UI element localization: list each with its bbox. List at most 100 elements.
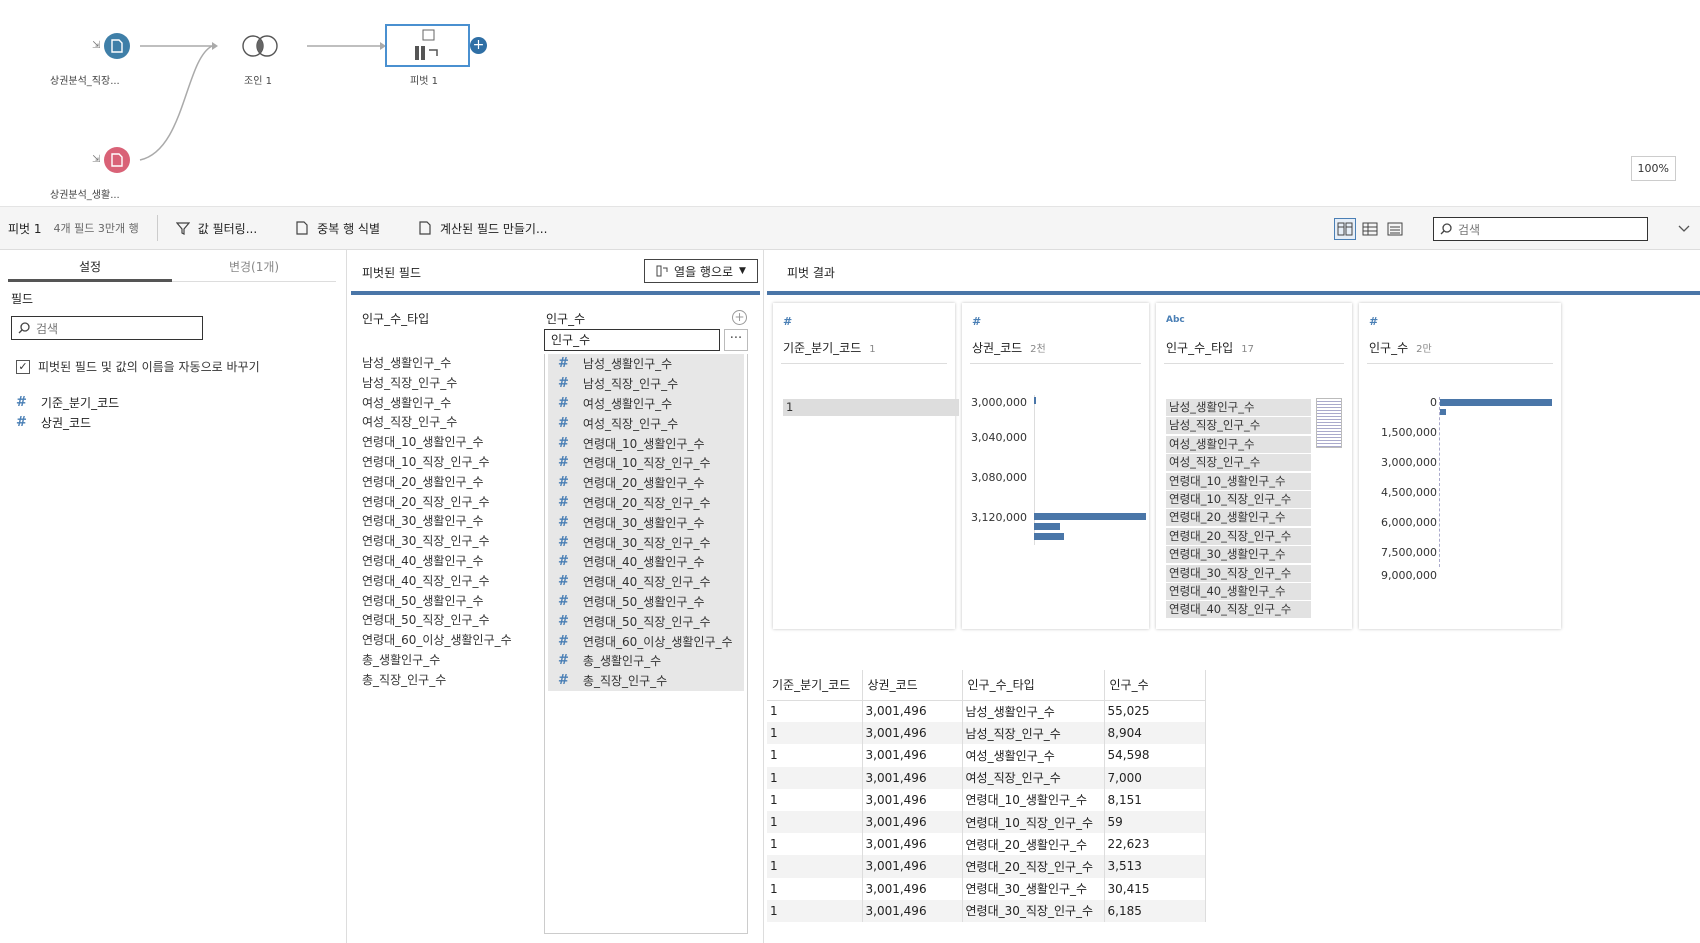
pivot-value-item[interactable]: # 여성_직장_인구_수	[548, 413, 744, 434]
category-value-bar[interactable]: 남성_직장_인구_수	[1166, 417, 1311, 435]
number-type-icon: #	[16, 394, 27, 410]
profile-card[interactable]: # 인구_수 2만 0 1,500,000 3,000,000 4,500,000…	[1359, 303, 1561, 629]
table-cell: 3,001,496	[862, 899, 963, 922]
field-item[interactable]: # 상권_코드	[16, 412, 119, 432]
flow-canvas[interactable]: ⇲ 상권분석_직장... 조인 1 + 피벗 1 ⇲ 상권분석_생활... 10…	[0, 0, 1700, 206]
pivot-value-item[interactable]: # 연령대_50_생활인구_수	[548, 591, 744, 612]
add-pivot-column-button[interactable]: +	[732, 310, 747, 325]
distinct-count: 2천	[1030, 344, 1046, 355]
view-grid-button[interactable]	[1359, 218, 1381, 240]
toolbar-search-input[interactable]: 검색	[1433, 217, 1648, 241]
category-value-bar[interactable]: 여성_직장_인구_수	[1166, 454, 1311, 472]
data-grid[interactable]: 기준_분기_코드 상권_코드 인구_수_타입 인구_수 1 3,001,496 남성…	[767, 670, 1206, 922]
histogram-bar[interactable]	[1034, 523, 1060, 530]
table-row[interactable]: 1 3,001,496 연령대_30_직장_인구_수 6,185	[767, 899, 1206, 922]
card-divider	[970, 363, 1141, 364]
pivot-results-title: 피벗 결과	[787, 266, 835, 280]
category-value-bar[interactable]: 연령대_20_생활인구_수	[1166, 509, 1311, 527]
pivot-value-item[interactable]: # 여성_생활인구_수	[548, 393, 744, 414]
identify-duplicates-button[interactable]: 중복 행 식별	[295, 220, 380, 237]
table-row[interactable]: 1 3,001,496 연령대_10_직장_인구_수 59	[767, 810, 1206, 834]
pivot-value-item[interactable]: # 연령대_40_생활인구_수	[548, 551, 744, 572]
histogram-bar[interactable]	[1440, 399, 1552, 406]
histogram-bar[interactable]	[1440, 409, 1446, 415]
axis-tick: 0	[1430, 396, 1437, 409]
column-header[interactable]: 상권_코드	[862, 670, 963, 701]
table-row[interactable]: 1 3,001,496 남성_직장_인구_수 8,904	[767, 722, 1206, 745]
view-profile-button[interactable]	[1334, 218, 1356, 240]
category-value-bar[interactable]: 연령대_10_생활인구_수	[1166, 472, 1311, 490]
zoom-level[interactable]: 100%	[1630, 156, 1676, 181]
pivot-value-item[interactable]: # 연령대_10_직장_인구_수	[548, 452, 744, 473]
tab-changes[interactable]: 변경(1개)	[172, 250, 336, 282]
field-item[interactable]: # 기준_분기_코드	[16, 392, 119, 412]
value-bar[interactable]: 1	[783, 399, 959, 416]
pivot-name-item: 남성_직장_인구_수	[362, 375, 458, 390]
table-row[interactable]: 1 3,001,496 여성_생활인구_수 54,598	[767, 744, 1206, 767]
pivot-names-header[interactable]: 인구_수_타입	[362, 310, 429, 327]
mini-scrollbar[interactable]	[1316, 398, 1342, 448]
chevron-down-icon[interactable]	[1678, 225, 1690, 233]
category-value-bar[interactable]: 연령대_10_직장_인구_수	[1166, 491, 1311, 508]
pivot-values-name-input[interactable]: 인구_수	[544, 329, 720, 351]
filter-values-button[interactable]: 값 필터링...	[175, 220, 257, 237]
fields-search-input[interactable]: 검색	[11, 316, 203, 340]
histogram-bar[interactable]	[1034, 533, 1064, 540]
tab-settings[interactable]: 설정	[8, 250, 172, 282]
pivot-values-header[interactable]: 인구_수	[546, 310, 585, 327]
more-options-button[interactable]: ···	[724, 329, 748, 351]
pivot-value-item[interactable]: # 남성_생활인구_수	[548, 354, 744, 374]
column-header[interactable]: 기준_분기_코드	[767, 670, 863, 701]
view-list-button[interactable]	[1384, 218, 1406, 240]
pivot-node[interactable]	[385, 24, 470, 67]
category-value-bar[interactable]: 연령대_20_직장_인구_수	[1166, 527, 1311, 545]
category-value-bar[interactable]: 여성_생활인구_수	[1166, 435, 1311, 453]
auto-rename-option[interactable]: ✓ 피벗된 필드 및 값의 이름을 자동으로 바꾸기	[16, 358, 260, 375]
table-row[interactable]: 1 3,001,496 연령대_10_생활인구_수 8,151	[767, 788, 1206, 811]
pivot-name-item: 연령대_40_직장_인구_수	[362, 573, 490, 588]
pivot-value-label: 남성_생활인구_수	[582, 357, 673, 372]
table-row[interactable]: 1 3,001,496 남성_생활인구_수 55,025	[767, 700, 1206, 723]
pivot-value-item[interactable]: # 남성_직장_인구_수	[548, 373, 744, 394]
number-type-icon: #	[558, 475, 569, 491]
histogram-bar[interactable]	[1034, 397, 1036, 404]
pivot-type-dropdown[interactable]: 열을 행으로 ▼	[644, 259, 758, 283]
pivot-value-item[interactable]: # 총_직장_인구_수	[548, 670, 744, 691]
pivot-value-item[interactable]: # 연령대_20_직장_인구_수	[548, 492, 744, 513]
create-calculated-field-button[interactable]: 계산된 필드 만들기...	[418, 220, 547, 237]
source-node-1[interactable]	[104, 33, 130, 59]
source-node-2[interactable]	[104, 147, 130, 173]
pivot-value-item[interactable]: # 연령대_50_직장_인구_수	[548, 611, 744, 632]
profile-card[interactable]: # 기준_분기_코드 1 1	[773, 303, 959, 629]
profile-card-title: 기준_분기_코드 1	[783, 339, 876, 356]
pivot-value-item[interactable]: # 연령대_40_직장_인구_수	[548, 571, 744, 592]
column-header[interactable]: 인구_수	[1104, 670, 1206, 701]
pivot-value-item[interactable]: # 총_생활인구_수	[548, 650, 744, 671]
profile-card[interactable]: # 상권_코드 2천 3,000,000 3,040,000 3,080,000 …	[962, 303, 1149, 629]
table-cell: 8,904	[1104, 722, 1206, 745]
add-step-button[interactable]: +	[470, 37, 487, 54]
category-value-bar[interactable]: 연령대_40_직장_인구_수	[1166, 601, 1311, 619]
pivot-value-item[interactable]: # 연령대_20_생활인구_수	[548, 472, 744, 493]
category-value-bar[interactable]: 연령대_30_생활인구_수	[1166, 546, 1311, 564]
field-name: 기준_분기_코드	[783, 341, 862, 355]
pivot-value-item[interactable]: # 연령대_30_직장_인구_수	[548, 532, 744, 552]
category-value-bar[interactable]: 남성_생활인구_수	[1166, 399, 1311, 416]
join-node[interactable]	[240, 34, 280, 61]
pivot-value-label: 연령대_30_생활인구_수	[582, 515, 705, 530]
column-header[interactable]: 인구_수_타입	[962, 670, 1105, 701]
pivot-value-item[interactable]: # 연령대_30_생활인구_수	[548, 512, 744, 533]
profile-card[interactable]: Abc 인구_수_타입 17 남성_생활인구_수 남성_직장_인구_수 여성_생활인구…	[1156, 303, 1352, 629]
pivot-value-item[interactable]: # 연령대_10_생활인구_수	[548, 433, 744, 453]
auto-rename-checkbox[interactable]: ✓	[16, 359, 30, 374]
pivot-value-item[interactable]: # 연령대_60_이상_생활인구_수	[548, 631, 744, 651]
category-value-bar[interactable]: 연령대_40_생활인구_수	[1166, 583, 1311, 600]
table-row[interactable]: 1 3,001,496 연령대_20_생활인구_수 22,623	[767, 833, 1206, 856]
table-row[interactable]: 1 3,001,496 연령대_30_생활인구_수 30,415	[767, 877, 1206, 900]
axis-tick: 3,120,000	[971, 511, 1027, 524]
histogram-bar[interactable]	[1034, 513, 1146, 520]
table-row[interactable]: 1 3,001,496 연령대_20_직장_인구_수 3,513	[767, 855, 1206, 878]
category-value-bar[interactable]: 연령대_30_직장_인구_수	[1166, 564, 1311, 582]
table-row[interactable]: 1 3,001,496 여성_직장_인구_수 7,000	[767, 766, 1206, 789]
table-cell: 3,001,496	[862, 855, 963, 878]
